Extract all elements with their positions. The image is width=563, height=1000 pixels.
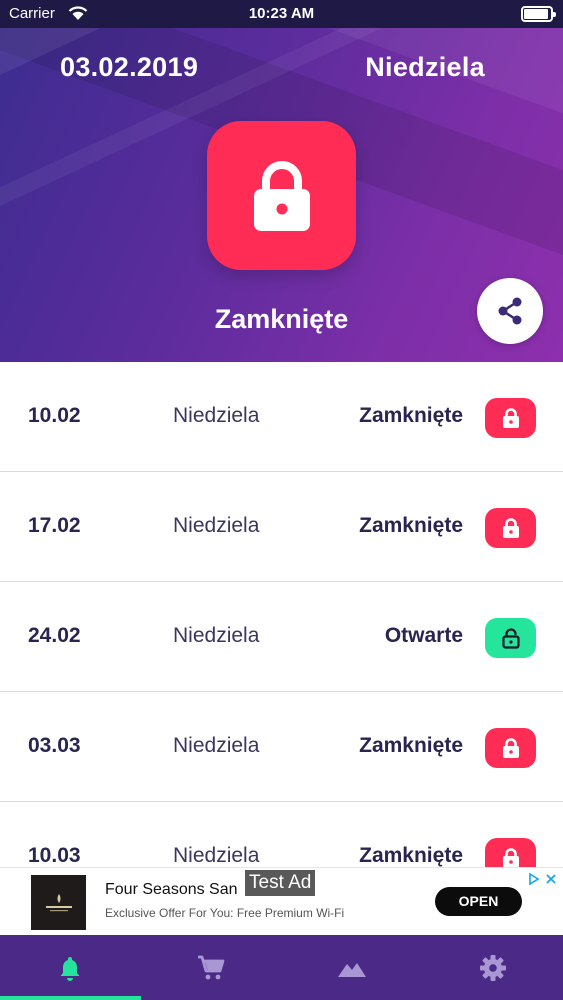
status-badge bbox=[485, 838, 536, 867]
hero-date: 03.02.2019 bbox=[60, 52, 199, 82]
row-status: Zamknięte bbox=[359, 404, 463, 427]
ad-subtitle: Exclusive Offer For You: Free Premium Wi… bbox=[105, 906, 345, 920]
row-date: 10.03 bbox=[28, 844, 81, 867]
row-status: Zamknięte bbox=[359, 844, 463, 867]
lock-icon bbox=[502, 518, 519, 538]
tab-notifications[interactable] bbox=[0, 935, 140, 1000]
tab-bar bbox=[0, 935, 563, 1000]
row-status: Zamknięte bbox=[359, 514, 463, 537]
row-status: Otwarte bbox=[384, 624, 463, 647]
lock-icon bbox=[502, 408, 519, 428]
ad-title: Four Seasons San bbox=[105, 881, 238, 898]
row-day: Niedziela bbox=[173, 514, 260, 537]
row-day: Niedziela bbox=[173, 734, 260, 757]
row-date: 17.02 bbox=[28, 514, 81, 537]
list-item[interactable]: 24.02 Niedziela Otwarte bbox=[0, 582, 563, 692]
adchoices-icon[interactable] bbox=[527, 871, 559, 890]
list-item[interactable]: 03.03 Niedziela Zamknięte bbox=[0, 692, 563, 802]
bell-icon bbox=[60, 956, 80, 981]
lock-icon bbox=[502, 848, 519, 867]
lock-icon bbox=[253, 160, 310, 231]
list-item[interactable]: 17.02 Niedziela Zamknięte bbox=[0, 472, 563, 582]
tab-shopping[interactable] bbox=[141, 935, 281, 1000]
sunday-list[interactable]: 10.02 Niedziela Zamknięte 17.02 Niedziel… bbox=[0, 362, 563, 867]
cart-icon bbox=[198, 955, 225, 979]
status-badge bbox=[485, 728, 536, 768]
tab-settings[interactable] bbox=[423, 935, 563, 1000]
row-status: Zamknięte bbox=[359, 734, 463, 757]
status-badge bbox=[485, 398, 536, 438]
closed-lock-badge bbox=[207, 121, 356, 270]
row-day: Niedziela bbox=[173, 404, 260, 427]
list-item[interactable]: 10.02 Niedziela Zamknięte bbox=[0, 362, 563, 472]
tab-places[interactable] bbox=[282, 935, 422, 1000]
share-button[interactable] bbox=[477, 278, 543, 344]
test-ad-label: Test Ad bbox=[245, 870, 316, 896]
row-day: Niedziela bbox=[173, 844, 260, 867]
active-tab-indicator bbox=[0, 996, 141, 1000]
unlock-icon bbox=[501, 628, 520, 649]
status-badge bbox=[485, 618, 536, 658]
hero-header: 03.02.2019 Niedziela Zamknięte bbox=[0, 0, 563, 362]
mountain-icon bbox=[338, 962, 366, 977]
status-bar: Carrier 10:23 AM bbox=[0, 0, 563, 28]
ad-banner[interactable]: Four Seasons San Exclusive Offer For You… bbox=[0, 867, 563, 935]
hero-day: Niedziela bbox=[365, 52, 485, 82]
ad-logo bbox=[31, 875, 86, 930]
lock-icon bbox=[502, 738, 519, 758]
list-item[interactable]: 10.03 Niedziela Zamknięte bbox=[0, 802, 563, 867]
row-date: 10.02 bbox=[28, 404, 81, 427]
share-icon bbox=[498, 297, 522, 325]
status-badge bbox=[485, 508, 536, 548]
status-time: 10:23 AM bbox=[248, 5, 315, 22]
gear-icon bbox=[480, 954, 506, 981]
row-day: Niedziela bbox=[173, 624, 260, 647]
battery-icon bbox=[521, 6, 556, 22]
row-date: 03.03 bbox=[28, 734, 81, 757]
row-date: 24.02 bbox=[28, 624, 81, 647]
ad-open-button[interactable]: OPEN bbox=[435, 887, 522, 916]
